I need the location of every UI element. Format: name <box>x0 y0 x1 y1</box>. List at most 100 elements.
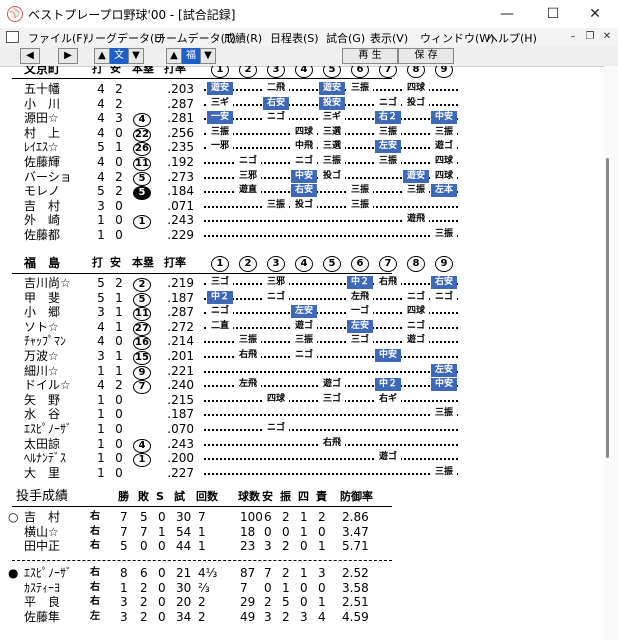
team-a-up-icon[interactable]: ▲ <box>94 48 110 64</box>
batting-average: .192 <box>167 155 194 169</box>
at-bat-result: 一安 <box>207 111 233 125</box>
batter-row[interactable]: 源田☆ 4 3 4 .281 一安 ニゴ 三ギ 右２ 中安 <box>8 111 468 128</box>
inning-header: 2 <box>239 256 257 272</box>
at-bat-result: ニゴ <box>263 422 289 435</box>
batter-row[interactable]: 細川☆ 1 1 9.221 左安 <box>8 363 468 380</box>
minimize-button[interactable]: — <box>484 0 530 28</box>
at-bat-result: 遊飛 <box>403 213 429 227</box>
at-bat-result: ニゴ <box>235 155 261 168</box>
pitcher-er: 3 <box>318 566 326 580</box>
batter-name: 村 上 <box>24 125 61 140</box>
pitcher-so: 1 <box>282 580 290 595</box>
at-bats: 4 <box>97 319 105 334</box>
at-bat-result: 四球 <box>263 392 289 406</box>
team-b-button[interactable]: 福 <box>182 48 200 64</box>
menu-league-data[interactable]: リーグデータ(L) <box>84 30 165 46</box>
menu-help[interactable]: ヘルプ(H) <box>487 30 537 46</box>
batting-average: .214 <box>167 334 194 349</box>
batter-row[interactable]: 矢 野 1 0 .215 四球 三ゴ 右ギ <box>8 392 468 407</box>
at-bat-result: 投ゴ <box>319 169 345 183</box>
batter-row[interactable]: 外 崎 1 0 1 .243 遊飛 <box>8 213 468 230</box>
menu-file[interactable]: ファイル(F) <box>28 30 87 46</box>
pitcher-name: ｶｽﾃｨｰﾖ <box>24 580 61 595</box>
prev-arrow-icon[interactable]: ◀ <box>20 48 40 64</box>
batter-row[interactable]: 小 郷 3 1 11.287 ニゴ 左安 一ゴ 四球 <box>8 305 468 322</box>
batter-row[interactable]: 大 里 1 0 .227 三振 <box>8 465 468 480</box>
pitcher-row[interactable]: ｶｽﾃｨｰﾖ右 1 2 0 30 ⅔ 7 0 1 0 0 3.58 <box>8 581 398 595</box>
at-bat-result: 三振 <box>263 198 289 212</box>
window-title: ベストプレープロ野球'00 - [試合記録] <box>28 8 236 22</box>
home-runs: 5 <box>132 291 152 307</box>
team-a-down-icon[interactable]: ▼ <box>128 48 144 64</box>
at-bat-result: 三振 <box>431 465 457 479</box>
batter-row[interactable]: 五十幡 4 2.203 遊安 二飛 遊安 三振 四球 <box>8 82 468 96</box>
mdi-close-icon[interactable]: ✕ <box>600 30 614 43</box>
pitcher-so: 2 <box>282 566 290 580</box>
batter-row[interactable]: モレノ 5 2 5.184 遊直 右安 三振 三振 左本 <box>8 184 468 201</box>
batter-row[interactable]: ﾁｬｯﾌﾟﾏﾝ 4 0 16 .214 三振 三振 三ゴ 遊ゴ <box>8 334 468 351</box>
next-arrow-icon[interactable]: ▶ <box>58 48 78 64</box>
batter-row[interactable]: 水 谷 1 0 .187 三振 <box>8 407 468 421</box>
batter-row[interactable]: 万波☆ 3 1 15 .201 右飛 ニゴ 中安 <box>8 349 468 365</box>
at-bat-result: 中２ <box>375 378 401 392</box>
batter-row[interactable]: ﾚｲｴｽ☆ 5 1 26 .235 一邪 中飛 三選 左安 遊ゴ <box>8 140 468 157</box>
header-hr: 本塁 <box>132 66 154 75</box>
batting-average: .227 <box>167 465 194 480</box>
save-button[interactable]: 保 存 <box>398 48 454 64</box>
batter-row[interactable]: 吉 村 3 0.071 三振 投ゴ 三振 <box>8 198 468 213</box>
pitcher-so: 0 <box>282 524 290 539</box>
menu-game[interactable]: 試合(G) <box>326 30 365 46</box>
batter-row[interactable]: 佐藤都 1 0 .229 三振 <box>8 228 468 242</box>
batter-row[interactable]: 小 川 4 2 .287 三ギ 右安 投安 ニゴ 投ゴ <box>8 96 468 111</box>
pitcher-l: 5 <box>140 510 148 524</box>
batter-row[interactable]: 太田諒 1 0 4 .243 右飛 <box>8 436 468 453</box>
batter-row[interactable]: 佐藤輝 4 0 11.192 ニゴ ニゴ 三振 三振 四球 <box>8 155 468 171</box>
team-a-button[interactable]: 文 <box>110 48 128 64</box>
home-runs: 16 <box>132 334 152 351</box>
maximize-button[interactable]: ☐ <box>530 0 576 28</box>
menu-window[interactable]: ウィンドウ(W) <box>420 30 494 46</box>
pitcher-row[interactable]: 横山☆ 右 7 7 1 54 1 18 0 0 1 0 3.47 <box>8 525 398 539</box>
batter-row[interactable]: ﾍﾙﾅﾝﾃﾞｽ 1 0 1 .200 遊ゴ <box>8 451 468 468</box>
menu-schedule[interactable]: 日程表(S) <box>270 30 319 46</box>
batter-row[interactable]: 村 上 4 0 22 .256 三振 四球 三選 三振 三振 <box>8 125 468 142</box>
at-bat-result: 左安 <box>347 319 373 333</box>
scrollbar-thumb[interactable] <box>606 158 609 458</box>
at-bats: 1 <box>97 407 105 422</box>
pitcher-pc: 29 <box>240 595 256 610</box>
batter-name: ﾁｬｯﾌﾟﾏﾝ <box>24 334 67 349</box>
batter-row[interactable]: ソト☆ 4 1 27 .272 二直 遊ゴ 左安 ニゴ <box>8 319 468 336</box>
pitcher-row[interactable]: ○ 吉 村右 7 5 0 30 7 100 6 2 1 2 2.86 <box>8 510 398 524</box>
batter-row[interactable]: ｴｽﾋﾟﾉｰｻﾞ 1 0 .070 ニゴ <box>8 422 468 436</box>
close-button[interactable]: ✕ <box>572 0 618 28</box>
batter-row[interactable]: 甲 斐 5 1 5.187 中２ ニゴ 左飛 ニゴ ニゴ <box>8 290 468 307</box>
pitcher-bb: 1 <box>300 566 308 580</box>
document-icon[interactable] <box>6 31 19 43</box>
batter-row[interactable]: 吉川尚☆ 5 2 2.219 三ゴ 三邪 中２ 右飛 右安 <box>8 276 468 292</box>
header-hr: 本塁 <box>132 256 154 269</box>
menu-view[interactable]: 表示(V) <box>370 30 408 46</box>
team-b-down-icon[interactable]: ▼ <box>200 48 216 64</box>
pitcher-row[interactable]: 田中正右 5 0 0 44 1 23 3 2 0 1 5.71 <box>8 539 398 553</box>
at-bat-result: ニゴ <box>291 349 317 362</box>
pitcher-bb: 1 <box>300 510 308 524</box>
pitcher-row[interactable]: ● ｴｽﾋﾟﾉｰｻﾞ右 8 6 0 21 4⅓ 87 7 2 1 3 2.52 <box>8 566 398 580</box>
pitcher-s: 0 <box>158 566 166 580</box>
batter-row[interactable]: バーショ 4 2 5 .273 三邪 中安 投ゴ 遊安 四球 <box>8 169 468 186</box>
mdi-restore-icon[interactable]: ❐ <box>583 30 597 43</box>
mdi-minimize-icon[interactable]: – <box>566 30 580 43</box>
batter-row[interactable]: ドイル☆ 4 2 7 .240 左飛 遊ゴ 中２ 中安 <box>8 378 468 395</box>
team-b-up-icon[interactable]: ▲ <box>166 48 182 64</box>
inning-header: 4 <box>295 66 313 78</box>
home-runs: 1 <box>132 451 152 468</box>
pitcher-h: 3 <box>264 609 272 624</box>
at-bats: 3 <box>97 198 105 213</box>
pitcher-w: 3 <box>120 595 128 610</box>
pitcher-er: 1 <box>318 595 326 610</box>
replay-button[interactable]: 再 生 <box>342 48 398 64</box>
pitcher-row[interactable]: 佐藤隼左 3 2 0 34 2 49 3 2 3 4 4.59 <box>8 610 398 624</box>
pitcher-row[interactable]: 平 良右 3 2 0 20 2 29 2 5 0 1 2.51 <box>8 595 398 609</box>
menu-stats[interactable]: 成績(R) <box>224 30 262 46</box>
batting-average: .215 <box>167 392 194 407</box>
pitcher-era: 2.86 <box>342 510 369 524</box>
